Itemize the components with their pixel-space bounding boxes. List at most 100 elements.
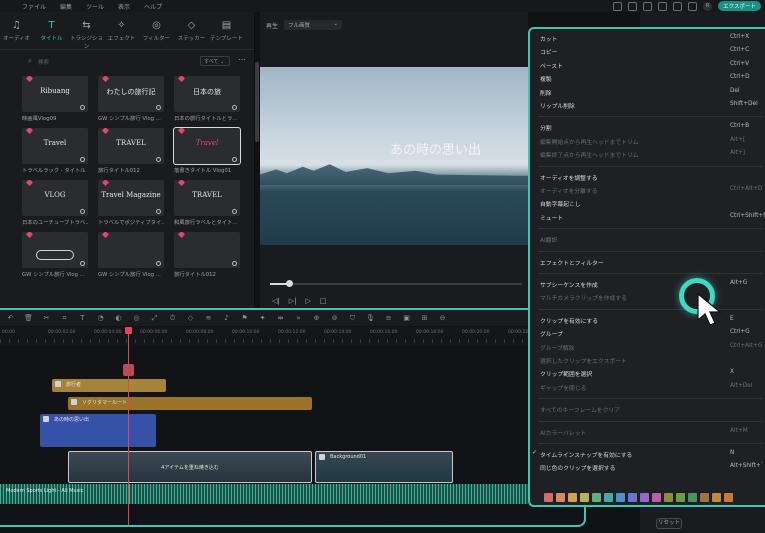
menu-item-5[interactable]: リップル削除 Shift+Del [540, 101, 765, 113]
color-swatch[interactable] [688, 493, 697, 502]
menu-view[interactable]: 表示 [118, 2, 130, 11]
color-swatch[interactable] [544, 493, 553, 502]
undo-icon[interactable]: ↶ [6, 314, 15, 322]
title-card[interactable]: Ribuang 映画風Vlog09 [22, 76, 88, 124]
split-icon[interactable]: ⇹ [276, 314, 285, 322]
download-icon[interactable] [80, 261, 85, 266]
zoom-out-icon[interactable]: ⊖ [438, 314, 447, 322]
download-icon[interactable] [156, 157, 161, 162]
menu-tools[interactable]: ツール [86, 2, 104, 11]
title-thumbnail[interactable]: TRAVEL [174, 180, 240, 216]
color-swatch[interactable] [676, 493, 685, 502]
title-thumbnail[interactable]: VLOG [22, 180, 88, 216]
color-icon[interactable]: ◐ [114, 314, 123, 322]
grid-icon[interactable]: ⊞ [420, 314, 429, 322]
tab-4[interactable]: ◎ フィルター [140, 20, 173, 49]
tab-5[interactable]: ◇ ステッカー [175, 20, 208, 49]
menu-item-26[interactable]: 同じ色のクリップを選択する Alt+Shift+` [540, 463, 765, 475]
shield-icon[interactable]: ⛉ [348, 314, 357, 323]
preview-video[interactable]: あの時の思い出 [260, 67, 528, 245]
title-card[interactable]: GW シンプル旅行 Vlog ... [22, 232, 88, 280]
title-thumbnail[interactable]: わたしの旅行記 [98, 76, 164, 112]
tab-1[interactable]: T タイトル [35, 20, 68, 49]
tab-3[interactable]: ✧ エフェクト [105, 20, 138, 49]
list-icon[interactable]: ≡ [384, 314, 393, 322]
color-swatch[interactable] [664, 493, 673, 502]
download-icon[interactable] [80, 209, 85, 214]
play-pause-icon[interactable]: ▷| [289, 297, 297, 305]
title-clip-2[interactable]: ソグリタマールート [68, 397, 312, 410]
export-button[interactable]: エクスポート [718, 1, 761, 11]
ai-icon[interactable]: ✦ [258, 314, 267, 322]
scrubber-knob[interactable] [286, 280, 293, 287]
color-swatch[interactable] [628, 493, 637, 502]
reset-button[interactable]: リセット [656, 518, 682, 529]
color-swatch[interactable] [592, 493, 601, 502]
title-thumbnail[interactable]: Travel Magazine [98, 180, 164, 216]
menu-file[interactable]: ファイル [22, 2, 46, 11]
menu-item-12[interactable]: ミュート Ctrl+Shift+M [540, 213, 765, 225]
more-options-icon[interactable]: ⋯ [238, 55, 246, 64]
title-card[interactable]: Travel トラベルラック - タイトル ... [22, 128, 88, 176]
download-icon[interactable] [232, 261, 237, 266]
title-thumbnail[interactable]: TRAVEL [98, 128, 164, 164]
title-card[interactable]: わたしの旅行記 GW シンプル旅行 Vlog ... [98, 76, 164, 124]
color-swatch[interactable] [568, 493, 577, 502]
audio-clip[interactable]: Modern Sports Light - Ali Music [0, 484, 528, 504]
render-icon[interactable]: ⊚ [330, 314, 339, 322]
download-icon[interactable] [673, 1, 683, 11]
filter-dropdown[interactable]: すべて ⌄ [200, 56, 230, 66]
menu-item-11[interactable]: 自動字幕起こし [540, 199, 765, 211]
background-clip[interactable]: Background01 [315, 451, 453, 483]
title-card[interactable]: 日本の旅 日本の旅行タイトルとラ... [174, 76, 240, 124]
gift-icon[interactable] [628, 1, 638, 11]
more-tools-icon[interactable]: » [294, 314, 303, 322]
menu-item-18[interactable]: グループ Ctrl+G [540, 329, 765, 341]
color-swatch[interactable] [556, 493, 565, 502]
menu-item-2[interactable]: ペースト Ctrl+V [540, 61, 765, 73]
download-icon[interactable] [156, 105, 161, 110]
menu-item-25[interactable]: タイムラインスナップを有効にする N [532, 449, 765, 462]
menu-item-0[interactable]: カット Ctrl+X [540, 34, 765, 46]
bell-icon[interactable] [688, 1, 698, 11]
menu-item-17[interactable]: クリップを有効にする E [540, 316, 765, 328]
color-swatch[interactable] [616, 493, 625, 502]
color-swatch[interactable] [712, 493, 721, 502]
preview-scrubber[interactable] [270, 280, 522, 287]
menu-item-15[interactable]: サブシーケンスを作成 Alt+G [540, 280, 765, 292]
image-icon[interactable]: ▣ [402, 314, 411, 322]
mask-icon[interactable]: ◎ [132, 314, 141, 322]
quality-dropdown[interactable]: フル画質 ⌄ [284, 20, 343, 30]
search-input[interactable]: 検索 [38, 58, 49, 66]
title-card[interactable]: Travel 落書きタイトル Vlog01 [173, 127, 241, 176]
mic-icon[interactable]: 🎙 [366, 314, 375, 322]
color-swatch[interactable] [640, 493, 649, 502]
color-swatch[interactable] [580, 493, 589, 502]
title-thumbnail[interactable]: Travel [173, 127, 241, 165]
download-icon[interactable] [80, 105, 85, 110]
title-card[interactable]: 旅行タイトル012 [174, 232, 240, 280]
monitor-icon[interactable] [643, 1, 653, 11]
playhead-handle[interactable] [125, 327, 132, 334]
title-thumbnail[interactable] [22, 232, 88, 268]
cloud-icon[interactable] [658, 1, 668, 11]
download-icon[interactable] [232, 105, 237, 110]
tab-6[interactable]: ▤ テンプレート [210, 20, 243, 49]
color-swatch[interactable] [652, 493, 661, 502]
timeline-ruler[interactable]: 00:00 00:00:02:00 00:00:04:00 00:00:06:00 00… [0, 327, 535, 345]
menu-item-14[interactable]: エフェクトとフィルター [540, 258, 765, 270]
menu-item-21[interactable]: クリップ範囲を選択 X [540, 369, 765, 381]
text-icon[interactable]: T [78, 314, 87, 322]
title-card[interactable]: TRAVEL 旅行タイトル012 [98, 128, 164, 176]
timer-icon[interactable]: ⏱ [168, 314, 177, 323]
tab-2[interactable]: ⇆ トランジション [70, 20, 103, 50]
speed-icon[interactable]: ◔ [96, 314, 105, 322]
share-icon[interactable] [613, 1, 623, 11]
download-icon[interactable] [232, 209, 237, 214]
media-scrollbar[interactable] [255, 62, 259, 142]
snap-icon[interactable]: ⊕ [312, 314, 321, 322]
playhead[interactable] [123, 327, 134, 527]
menu-item-6[interactable]: 分割 Ctrl+B [540, 123, 765, 135]
video-group-clip[interactable]: 4アイテムを重ね焼き込む [68, 451, 312, 483]
title-card[interactable]: Travel Magazine トラベルでポジティブタイ... [98, 180, 164, 228]
